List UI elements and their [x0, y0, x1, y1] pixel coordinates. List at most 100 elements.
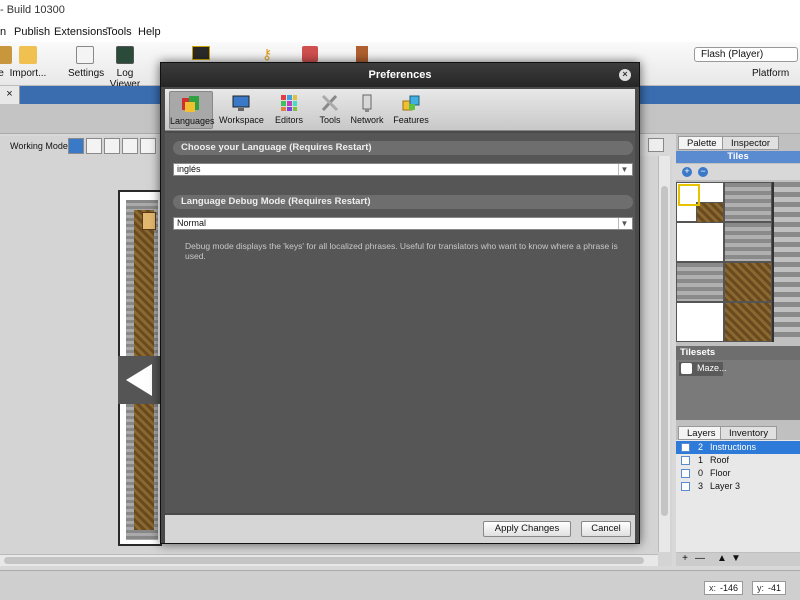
- blank-mode-icon[interactable]: [140, 138, 156, 154]
- layer-number: 2: [698, 442, 704, 452]
- tile[interactable]: [724, 302, 772, 342]
- chevron-down-icon: ▼: [618, 218, 630, 229]
- tab-features[interactable]: Features: [391, 91, 431, 129]
- language-select[interactable]: inglés ▼: [173, 163, 633, 176]
- key-icon[interactable]: ⚷: [262, 46, 278, 62]
- apply-changes-button[interactable]: Apply Changes: [483, 521, 571, 537]
- tileset-item[interactable]: Maze...: [679, 362, 727, 376]
- tab-palette[interactable]: Palette: [678, 136, 726, 150]
- save-button[interactable]: e: [0, 44, 12, 79]
- window-title-bar: - Build 10300: [0, 0, 800, 22]
- tab-workspace-label: Workspace: [219, 115, 264, 125]
- tile-palette-overflow[interactable]: [774, 182, 800, 342]
- layer-number: 1: [698, 455, 704, 465]
- dialog-close-button[interactable]: ×: [619, 69, 631, 81]
- layer-tabs: Layers Inventory: [676, 426, 800, 440]
- zoom-in-icon[interactable]: +: [682, 167, 692, 177]
- tab-workspace[interactable]: Workspace: [219, 91, 264, 129]
- menu-item-extensions[interactable]: Extensions: [54, 26, 108, 38]
- layer-name: Floor: [710, 468, 731, 478]
- platform-select[interactable]: Flash (Player): [694, 47, 798, 62]
- tab-languages[interactable]: Languages: [169, 91, 215, 129]
- scroll-left-arrow[interactable]: [118, 356, 162, 404]
- tile[interactable]: [676, 302, 724, 342]
- preferences-tabs: Languages Workspace Editors Tools Networ…: [165, 89, 635, 131]
- player-sprite[interactable]: [142, 212, 156, 230]
- tab-editors[interactable]: Editors: [269, 91, 309, 129]
- languages-icon: [182, 96, 199, 112]
- editors-icon: [281, 95, 297, 111]
- zoom-out-icon[interactable]: −: [698, 167, 708, 177]
- y-label: y:: [757, 583, 765, 593]
- canvas-horizontal-scrollbar[interactable]: [0, 554, 658, 566]
- canvas-vertical-scrollbar[interactable]: [658, 156, 670, 552]
- move-layer-up-button[interactable]: ▲: [716, 553, 728, 565]
- y-coordinate: y: -41: [752, 581, 787, 595]
- layer-row-instructions[interactable]: 2 Instructions: [676, 441, 800, 454]
- globe-mode-icon[interactable]: [68, 138, 84, 154]
- tile[interactable]: [676, 262, 724, 302]
- left-arrow-icon: [126, 364, 152, 396]
- layer-icon: [681, 443, 690, 452]
- y-value: -41: [768, 583, 782, 593]
- cancel-button[interactable]: Cancel: [581, 521, 631, 537]
- layer-name: Roof: [710, 455, 730, 465]
- store-icon[interactable]: [302, 46, 318, 62]
- tools-icon: [321, 94, 339, 112]
- debug-mode-select[interactable]: Normal ▼: [173, 217, 633, 230]
- layer-row-roof[interactable]: 1 Roof: [676, 454, 800, 467]
- tab-tools[interactable]: Tools: [313, 91, 347, 129]
- tile[interactable]: [724, 262, 772, 302]
- menu-item-tools[interactable]: Tools: [106, 26, 132, 38]
- tile[interactable]: [724, 182, 772, 222]
- layer-number: 0: [698, 468, 704, 478]
- tab-layers[interactable]: Layers: [678, 426, 725, 440]
- tiles-zoom-row: + −: [676, 164, 800, 180]
- tab-network-label: Network: [350, 115, 384, 125]
- tile-palette[interactable]: [676, 182, 774, 342]
- close-icon: ×: [6, 88, 13, 100]
- canvas-image-button[interactable]: [648, 138, 664, 152]
- layer-row-floor[interactable]: 0 Floor: [676, 467, 800, 480]
- import-button-label: Import...: [9, 68, 47, 79]
- layer-row-layer-3[interactable]: 3 Layer 3: [676, 480, 800, 493]
- tile[interactable]: [676, 222, 724, 262]
- tileset-name: Maze...: [697, 363, 727, 373]
- tab-inventory[interactable]: Inventory: [720, 426, 778, 440]
- settings-icon: [76, 46, 94, 64]
- tab-features-label: Features: [393, 115, 429, 125]
- pencil-mode-icon[interactable]: [122, 138, 138, 154]
- import-icon: [19, 46, 37, 64]
- working-mode-bar: Working Mode: [0, 136, 160, 156]
- menu-item-help[interactable]: Help: [138, 26, 161, 38]
- add-layer-button[interactable]: +: [679, 553, 691, 565]
- menu-item-file[interactable]: n: [0, 26, 6, 38]
- import-button[interactable]: Import...: [8, 44, 48, 79]
- vertical-scroll-thumb[interactable]: [661, 186, 668, 516]
- layer-name: Instructions: [710, 442, 757, 452]
- save-button-label: e: [0, 68, 4, 79]
- tiles-header: Tiles: [676, 151, 800, 163]
- layer-tools: + — ▲ ▼: [676, 553, 800, 566]
- tile[interactable]: [724, 222, 772, 262]
- chevron-down-icon: ▼: [618, 164, 630, 175]
- tab-network[interactable]: Network: [349, 91, 385, 129]
- dialog-footer: Apply Changes Cancel: [165, 515, 635, 543]
- image-mode-icon[interactable]: [86, 138, 102, 154]
- workspace-icon: [232, 95, 250, 111]
- settings-button[interactable]: Settings: [68, 44, 104, 79]
- menu-item-publish[interactable]: Publish: [14, 26, 50, 38]
- move-layer-down-button[interactable]: ▼: [730, 553, 742, 565]
- horizontal-scroll-thumb[interactable]: [4, 557, 644, 564]
- layer-name: Layer 3: [710, 481, 741, 491]
- remove-layer-button[interactable]: —: [694, 553, 706, 565]
- close-tab-button[interactable]: ×: [0, 86, 20, 104]
- play-icon[interactable]: [192, 46, 210, 60]
- person-mode-icon[interactable]: [104, 138, 120, 154]
- debug-section-header: Language Debug Mode (Requires Restart): [173, 195, 633, 209]
- log-viewer-icon: [116, 46, 134, 64]
- tab-inspector[interactable]: Inspector: [722, 136, 780, 150]
- status-bar: x: -146 y: -41: [0, 570, 800, 600]
- working-mode-label: Working Mode: [10, 141, 68, 151]
- log-viewer-button[interactable]: Log Viewer: [104, 44, 146, 90]
